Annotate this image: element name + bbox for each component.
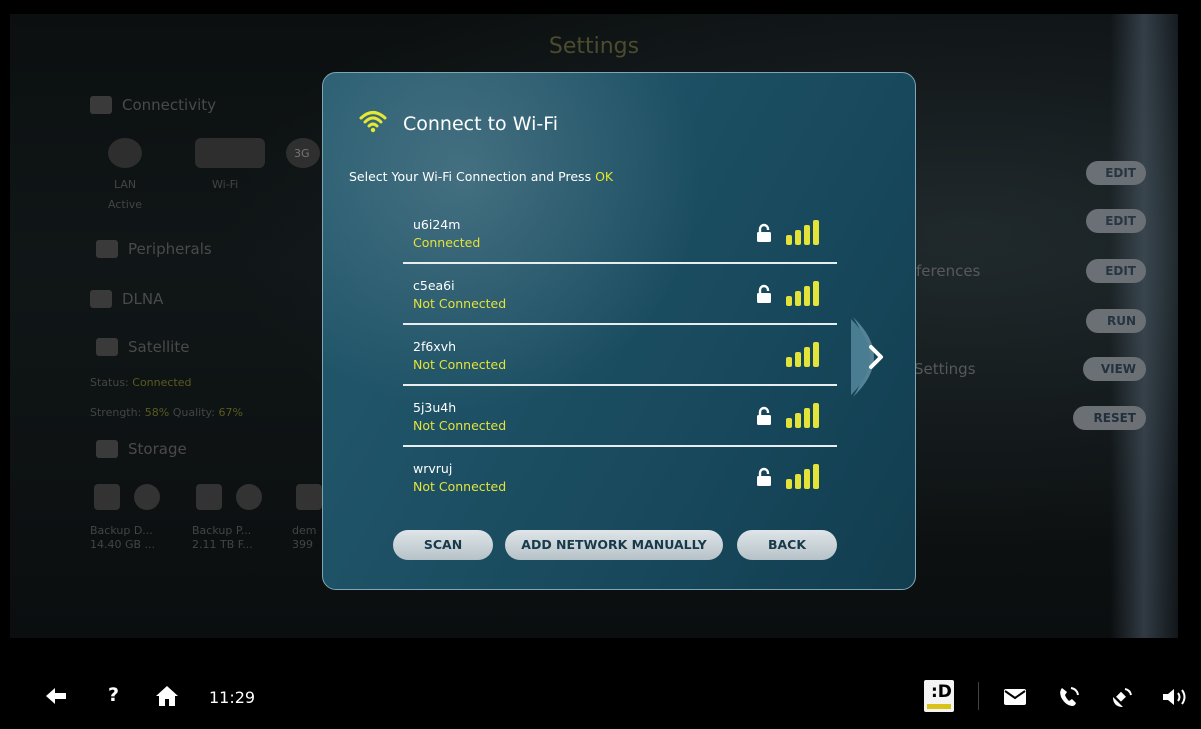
storage-icon [96,440,118,458]
dlna-section[interactable]: DLNA [90,290,163,308]
network-status: Connected [413,235,481,250]
peripherals-section[interactable]: Peripherals [96,240,212,258]
taskbar-divider [978,682,979,710]
network-name: 5j3u4h [413,400,457,415]
instruction-text: Select Your Wi-Fi Connection and Press [349,169,596,184]
connectivity-section[interactable]: Connectivity [90,96,216,114]
edit-button[interactable]: EDIT [1086,161,1146,185]
peripherals-label: Peripherals [128,240,212,258]
settings-label: Settings [914,360,976,378]
preferences-label: ferences [916,262,981,280]
wifi-icon [359,111,387,133]
dialog-instruction: Select Your Wi-Fi Connection and Press O… [349,169,613,184]
logo-bar [927,704,951,709]
pie-icon [236,484,262,510]
storage-item-name: Backup D... [90,524,153,537]
network-list: u6i24m Connected c5ea6i Not Connected 2f… [403,203,837,508]
network-name: 2f6xvh [413,339,457,354]
instruction-ok: OK [595,169,614,184]
volume-icon[interactable] [1162,687,1190,707]
network-item[interactable]: 5j3u4h Not Connected [403,386,837,447]
lan-icon[interactable] [108,138,142,168]
satellite-status: Status: Connected [90,376,192,389]
satellite-icon [96,338,118,356]
back-arrow-icon[interactable] [44,686,68,706]
storage-item-size: 2.11 TB F... [192,538,253,551]
network-name: u6i24m [413,217,461,232]
satellite-section[interactable]: Satellite [96,338,189,356]
next-page-arrow-icon[interactable] [849,315,895,399]
3g-badge: 3G [294,147,310,160]
status-label: Status: [90,376,129,389]
lan-status: Active [108,198,143,211]
view-button[interactable]: VIEW [1083,357,1146,381]
dialog-title: Connect to Wi-Fi [403,113,559,135]
network-item[interactable]: wrvruj Not Connected [403,447,837,508]
dlna-label: DLNA [122,290,164,308]
provider-logo: :D [924,680,954,712]
network-status: Not Connected [413,296,507,311]
lock-icon [757,284,771,303]
satellite-strength: Strength: 58% Quality: 67% [90,406,243,419]
network-icon [90,96,112,114]
add-network-manually-button[interactable]: ADD NETWORK MANUALLY [505,530,723,560]
network-item[interactable]: 2f6xvh Not Connected [403,325,837,386]
wifi-signal-icon[interactable] [195,138,265,168]
wifi-dialog: Connect to Wi-Fi Select Your Wi-Fi Conne… [322,72,916,590]
download-icon[interactable] [296,484,322,510]
back-button[interactable]: BACK [737,530,837,560]
home-icon[interactable] [155,685,179,707]
network-status: Not Connected [413,479,507,494]
strength-label: Strength: [90,406,142,419]
network-name: wrvruj [413,461,453,476]
dlna-icon [90,290,112,308]
lan-label: LAN [114,178,137,191]
network-status: Not Connected [413,418,507,433]
taskbar: ? 11:29 :D [0,670,1201,726]
satellite-icon[interactable] [1110,685,1134,709]
lock-icon [757,406,771,425]
signal-strength-icon [786,220,819,245]
mobile-3g-icon[interactable]: 3G [286,138,320,168]
signal-strength-icon [786,281,819,306]
reset-button[interactable]: RESET [1073,406,1146,430]
mail-icon[interactable] [1004,689,1026,705]
edit-button[interactable]: EDIT [1086,259,1146,283]
clock: 11:29 [209,688,256,707]
plug-icon [96,240,118,258]
wifi-label: Wi-Fi [212,178,239,191]
run-button[interactable]: RUN [1086,309,1146,333]
storage-item-name: dem [292,524,317,537]
network-item[interactable]: u6i24m Connected [403,203,837,264]
download-icon[interactable] [94,484,120,510]
lock-icon [757,467,771,486]
scan-button[interactable]: SCAN [393,530,493,560]
network-item[interactable]: c5ea6i Not Connected [403,264,837,325]
strength-value: 58% [144,406,170,419]
pie-icon [134,484,160,510]
storage-item-name: Backup P... [192,524,252,537]
network-name: c5ea6i [413,278,455,293]
network-status: Not Connected [413,357,507,372]
connectivity-label: Connectivity [122,96,216,114]
edit-button[interactable]: EDIT [1086,209,1146,233]
logo-letter: :D [931,682,952,702]
storage-section[interactable]: Storage [96,440,187,458]
download-icon[interactable] [196,484,222,510]
quality-label: Quality: [172,406,215,419]
help-icon[interactable]: ? [108,684,119,706]
signal-strength-icon [786,464,819,489]
storage-item-size: 14.40 GB ... [90,538,156,551]
storage-label: Storage [128,440,187,458]
lock-icon [757,223,771,242]
page-title: Settings [548,34,640,59]
lan-phone-icon[interactable] [1057,685,1081,709]
satellite-label: Satellite [128,338,190,356]
storage-item-size: 399 [292,538,313,551]
status-value: Connected [132,376,192,389]
signal-strength-icon [786,403,819,428]
quality-value: 67% [218,406,243,419]
signal-strength-icon [786,342,819,367]
